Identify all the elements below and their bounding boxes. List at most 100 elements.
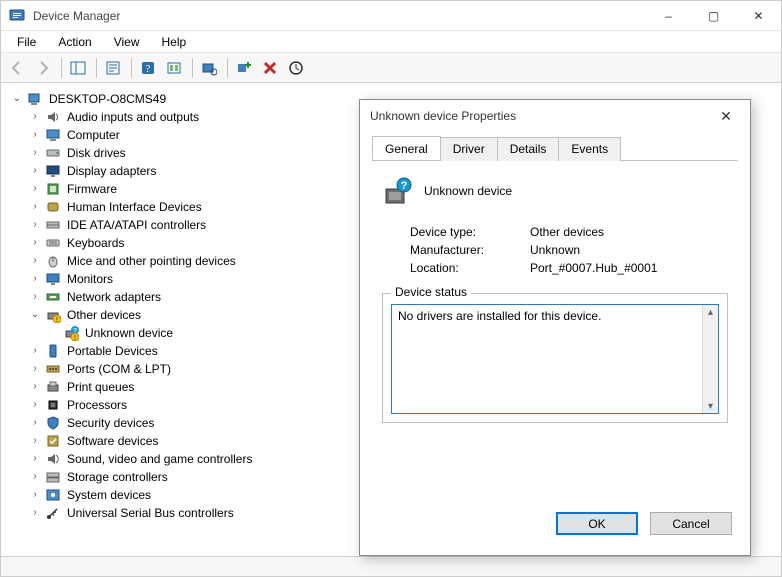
properties-dialog: Unknown device Properties ✕ General Driv…	[359, 99, 751, 556]
cancel-button[interactable]: Cancel	[650, 512, 732, 535]
minimize-button[interactable]: –	[646, 1, 691, 31]
computer-icon	[45, 127, 61, 143]
event-viewer-icon[interactable]	[162, 56, 186, 80]
tree-category-label: Network adapters	[65, 288, 161, 306]
chevron-right-icon[interactable]: ›	[29, 435, 41, 447]
ok-button[interactable]: OK	[556, 512, 638, 535]
device-status-text[interactable]: No drivers are installed for this device…	[391, 304, 719, 414]
keyboard-icon	[45, 235, 61, 251]
tree-category-label: Display adapters	[65, 162, 156, 180]
display-icon	[45, 163, 61, 179]
computer-icon	[27, 91, 43, 107]
chevron-right-icon[interactable]: ›	[29, 507, 41, 519]
dialog-device-name: Unknown device	[424, 184, 512, 198]
cpu-icon	[45, 397, 61, 413]
dialog-titlebar: Unknown device Properties ✕	[360, 100, 750, 132]
toolbar: ?	[1, 53, 781, 83]
chevron-right-icon[interactable]: ›	[29, 219, 41, 231]
chevron-right-icon[interactable]: ›	[29, 363, 41, 375]
svg-text:?: ?	[146, 63, 151, 75]
chevron-right-icon[interactable]: ›	[29, 345, 41, 357]
tree-root-label: DESKTOP-O8CMS49	[47, 90, 166, 108]
properties-icon[interactable]	[101, 56, 125, 80]
window-title: Device Manager	[33, 9, 120, 23]
svg-text:!: !	[56, 317, 58, 323]
chevron-right-icon[interactable]: ›	[29, 417, 41, 429]
show-hide-tree-icon[interactable]	[66, 56, 90, 80]
add-legacy-icon[interactable]	[232, 56, 256, 80]
chevron-right-icon[interactable]: ›	[29, 381, 41, 393]
dialog-close-button[interactable]: ✕	[712, 102, 740, 130]
chevron-down-icon[interactable]: ⌄	[11, 93, 23, 105]
chevron-right-icon[interactable]: ›	[29, 453, 41, 465]
chevron-right-icon[interactable]: ›	[29, 273, 41, 285]
close-button[interactable]: ✕	[736, 1, 781, 31]
scan-hardware-icon[interactable]	[197, 56, 221, 80]
tree-category-label: Storage controllers	[65, 468, 168, 486]
dialog-title: Unknown device Properties	[370, 109, 516, 123]
disk-icon	[45, 145, 61, 161]
tree-category-label: Processors	[65, 396, 127, 414]
forward-icon[interactable]	[31, 56, 55, 80]
tree-category-label: Security devices	[65, 414, 154, 432]
menu-view[interactable]: View	[104, 33, 150, 51]
help-icon[interactable]: ?	[136, 56, 160, 80]
chevron-right-icon[interactable]: ›	[29, 237, 41, 249]
tree-category-label: System devices	[65, 486, 151, 504]
tree-category-label: Disk drives	[65, 144, 126, 162]
update-driver-icon[interactable]	[284, 56, 308, 80]
chevron-right-icon[interactable]: ›	[29, 147, 41, 159]
tab-driver[interactable]: Driver	[440, 137, 498, 161]
system-icon	[45, 487, 61, 503]
tree-category-label: Print queues	[65, 378, 134, 396]
uninstall-icon[interactable]	[258, 56, 282, 80]
label-device-type: Device type:	[410, 225, 530, 239]
back-icon[interactable]	[5, 56, 29, 80]
software-icon	[45, 433, 61, 449]
scroll-down-icon[interactable]: ▾	[704, 399, 718, 413]
monitor-icon	[45, 271, 61, 287]
chevron-right-icon[interactable]: ›	[29, 471, 41, 483]
scroll-up-icon[interactable]: ▴	[704, 305, 718, 319]
tree-category-label: Computer	[65, 126, 120, 144]
statusbar	[1, 556, 781, 576]
tree-category-label: Portable Devices	[65, 342, 158, 360]
chevron-right-icon[interactable]: ›	[29, 489, 41, 501]
chevron-right-icon[interactable]: ›	[29, 399, 41, 411]
chevron-right-icon[interactable]: ›	[29, 165, 41, 177]
tree-category-label: Firmware	[65, 180, 117, 198]
chevron-right-icon[interactable]: ›	[29, 183, 41, 195]
svg-text:?: ?	[401, 180, 408, 192]
tab-panel-general: ? Unknown device Device type: Other devi…	[372, 161, 738, 502]
tree-category-label: Other devices	[65, 306, 141, 324]
toolbar-sep	[192, 58, 193, 78]
storage-icon	[45, 469, 61, 485]
chevron-right-icon[interactable]: ›	[29, 291, 41, 303]
value-manufacturer: Unknown	[530, 243, 580, 257]
device-status-group: Device status No drivers are installed f…	[382, 293, 728, 423]
tab-events[interactable]: Events	[558, 137, 621, 161]
tab-general[interactable]: General	[372, 136, 441, 160]
printer-icon	[45, 379, 61, 395]
tree-category-label: Human Interface Devices	[65, 198, 202, 216]
maximize-button[interactable]: ▢	[691, 1, 736, 31]
tab-details[interactable]: Details	[497, 137, 560, 161]
firmware-icon	[45, 181, 61, 197]
chevron-right-icon[interactable]: ›	[29, 255, 41, 267]
chevron-right-icon[interactable]: ›	[29, 201, 41, 213]
chevron-down-icon[interactable]: ⌄	[29, 309, 41, 321]
tree-device-label: Unknown device	[83, 324, 173, 342]
status-scrollbar[interactable]: ▴ ▾	[702, 305, 718, 413]
unknown-device-icon: ?	[382, 175, 414, 207]
tabstrip: General Driver Details Events	[372, 136, 738, 161]
chevron-right-icon[interactable]: ›	[29, 111, 41, 123]
svg-text:!: !	[74, 335, 76, 341]
menu-action[interactable]: Action	[48, 33, 101, 51]
toolbar-sep	[227, 58, 228, 78]
chevron-right-icon[interactable]: ›	[29, 129, 41, 141]
tree-category-label: Mice and other pointing devices	[65, 252, 236, 270]
menu-file[interactable]: File	[7, 33, 46, 51]
tree-category-label: Universal Serial Bus controllers	[65, 504, 234, 522]
tree-category-label: Audio inputs and outputs	[65, 108, 199, 126]
menu-help[interactable]: Help	[152, 33, 197, 51]
